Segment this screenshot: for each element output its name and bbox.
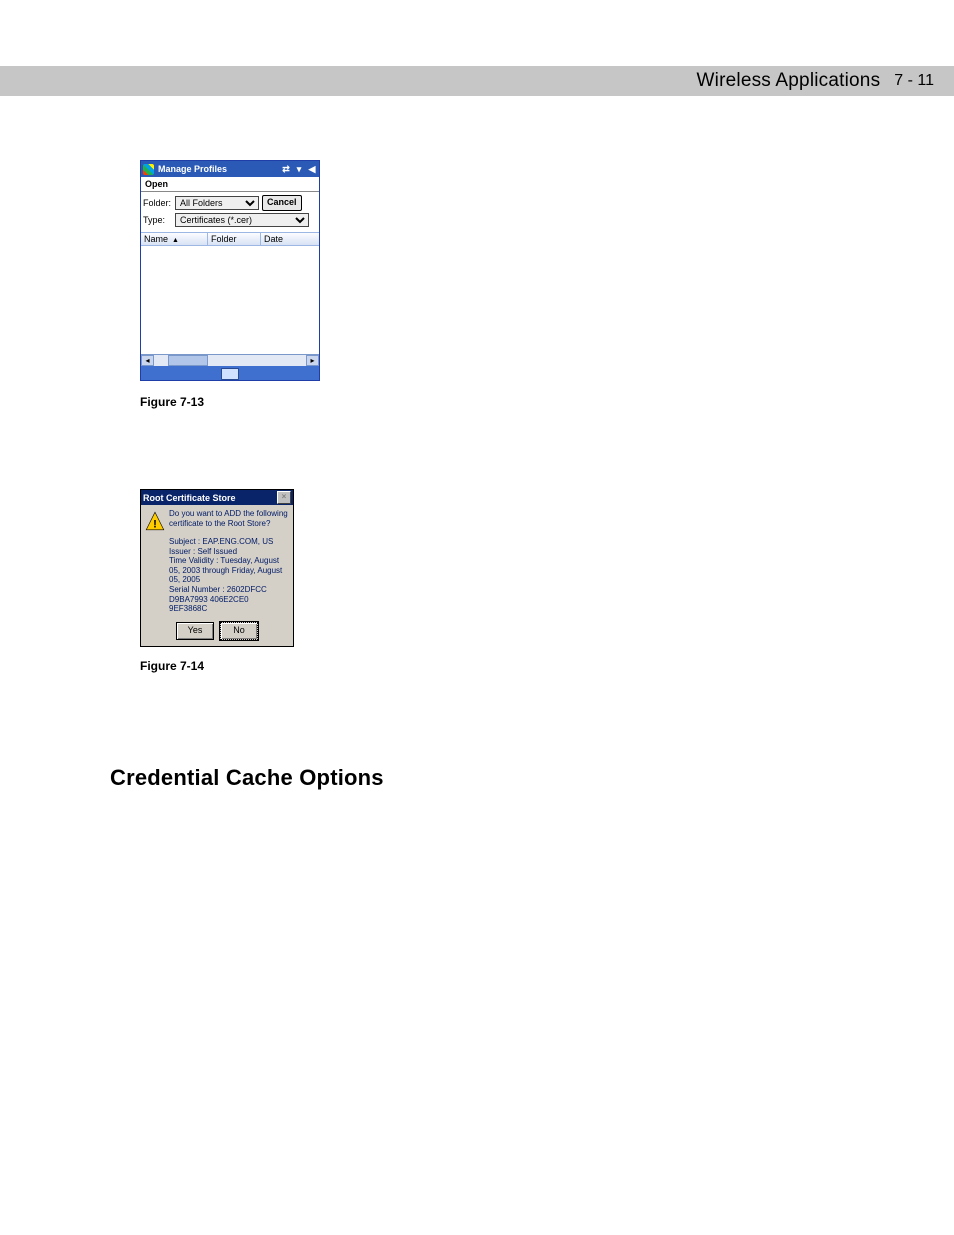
cert-serial: Serial Number : 2602DFCC D9BA7993 406E2C… <box>169 585 289 614</box>
open-label: Open <box>141 177 319 192</box>
dialog-title: Root Certificate Store <box>143 493 277 503</box>
sort-asc-icon: ▲ <box>172 237 179 244</box>
no-button[interactable]: No <box>220 622 258 640</box>
scroll-thumb[interactable] <box>168 355 208 366</box>
section-heading: Credential Cache Options <box>110 765 954 791</box>
signal-icon[interactable]: ▾ <box>294 164 304 174</box>
col-folder[interactable]: Folder <box>208 233 261 245</box>
scroll-track[interactable] <box>154 355 306 366</box>
scroll-right-button[interactable]: ▸ <box>306 355 319 366</box>
cert-validity: Time Validity : Tuesday, August 05, 2003… <box>169 556 289 585</box>
warning-icon: ! <box>145 511 165 531</box>
open-form: Folder: All Folders Cancel Type: Certifi… <box>141 192 319 232</box>
volume-icon[interactable]: ◀ <box>307 164 317 174</box>
header-title: Wireless Applications <box>697 70 881 92</box>
keyboard-icon[interactable] <box>221 368 239 380</box>
yes-button[interactable]: Yes <box>176 622 214 640</box>
col-date[interactable]: Date <box>261 233 319 245</box>
page-header: Wireless Applications 7 - 11 <box>0 66 954 96</box>
close-icon[interactable]: × <box>277 491 291 504</box>
window-title: Manage Profiles <box>158 164 278 174</box>
cancel-button[interactable]: Cancel <box>262 195 302 211</box>
cert-issuer: Issuer : Self Issued <box>169 547 289 557</box>
sip-bar <box>141 366 319 380</box>
connectivity-icon[interactable]: ⇄ <box>281 164 291 174</box>
manage-profiles-window: Manage Profiles ⇄ ▾ ◀ Open Folder: All F… <box>140 160 320 381</box>
folder-label: Folder: <box>143 198 175 208</box>
figure-7-13-caption: Figure 7-13 <box>140 395 954 409</box>
horizontal-scrollbar[interactable]: ◂ ▸ <box>141 354 319 366</box>
page-body: Manage Profiles ⇄ ▾ ◀ Open Folder: All F… <box>0 96 954 791</box>
dialog-question: Do you want to ADD the following certifi… <box>169 509 289 531</box>
start-icon <box>143 164 154 175</box>
folder-select[interactable]: All Folders <box>175 196 259 210</box>
cert-subject: Subject : EAP.ENG.COM, US <box>169 537 289 547</box>
root-certificate-store-dialog: Root Certificate Store × ! Do you want t… <box>140 489 294 647</box>
type-label: Type: <box>143 215 175 225</box>
type-select[interactable]: Certificates (*.cer) <box>175 213 309 227</box>
dialog-buttons: Yes No <box>145 622 289 640</box>
titlebar: Manage Profiles ⇄ ▾ ◀ <box>141 161 319 177</box>
certificate-details: Subject : EAP.ENG.COM, US Issuer : Self … <box>169 537 289 614</box>
col-name[interactable]: Name▲ <box>141 233 208 245</box>
svg-text:!: ! <box>153 518 157 530</box>
figure-7-14-caption: Figure 7-14 <box>140 659 954 673</box>
dialog-titlebar: Root Certificate Store × <box>141 490 293 505</box>
page-number: 7 - 11 <box>894 72 934 90</box>
scroll-left-button[interactable]: ◂ <box>141 355 154 366</box>
list-header[interactable]: Name▲ Folder Date <box>141 232 319 246</box>
file-list <box>141 246 319 354</box>
